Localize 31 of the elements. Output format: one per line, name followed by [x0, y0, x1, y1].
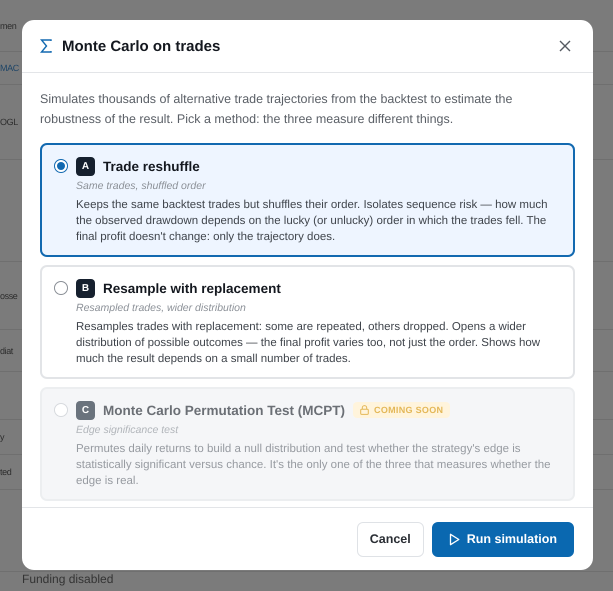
option-description: Keeps the same backtest trades but shuffles their order. Isolates sequence risk — how much the observed drawdown depends on the lucky (or unlucky) order in which the trades fell. The final profit doesn't change: only the trajectory does. — [76, 198, 549, 245]
option-title: Monte Carlo Permutation Test (MCPT) — [103, 402, 346, 418]
radio-button[interactable] — [54, 159, 68, 173]
radio-button[interactable] — [54, 281, 68, 295]
option-subtitle: Same trades, shuffled order — [76, 180, 207, 192]
table-cell: diat — [0, 346, 13, 356]
option-title: Trade reshuffle — [103, 158, 200, 174]
lock-icon — [360, 405, 370, 415]
option-subtitle: Resampled trades, wider distribution — [76, 302, 247, 314]
cancel-button[interactable]: Cancel — [356, 522, 424, 556]
option-subtitle: Edge significance test — [76, 424, 180, 436]
method-option[interactable] — [40, 143, 575, 257]
letter-badge: C — [76, 400, 95, 420]
table-cell: men — [0, 20, 16, 30]
option-title: Resample with replacement — [103, 280, 281, 296]
letter-badge: B — [76, 278, 95, 298]
table-cell: OGL — [0, 117, 18, 127]
sigma-icon — [40, 39, 52, 53]
table-cell: ted — [0, 467, 12, 477]
dialog-description: Simulates thousands of alternative trade trajectories from the backtest to estimate the robustness of the result. Pick a method: the three measure different things. — [40, 91, 514, 128]
badge-label: COMING SOON — [374, 405, 444, 415]
table-cell: y — [0, 432, 4, 442]
status-text: Funding disabled — [21, 572, 114, 586]
play-icon — [448, 532, 460, 546]
close-button[interactable] — [557, 38, 573, 54]
table-cell: osse — [0, 290, 18, 300]
run-button[interactable]: Run simulation — [432, 522, 574, 556]
option-description: Permutes daily returns to build a null distribution and test whether the strategy's edge is statistically significant versus chance. It's the only one of the three that measures whether the edge is real. — [76, 442, 552, 489]
letter-badge: A — [76, 156, 95, 176]
dialog-title: Monte Carlo on trades — [62, 38, 222, 54]
option-description: Resamples trades with replacement: some are repeated, others dropped. Opens a wider distribution of possible outcomes — the final profit varies too, not just the order. Shows how much the result depends on a small number of trades. — [76, 320, 542, 367]
